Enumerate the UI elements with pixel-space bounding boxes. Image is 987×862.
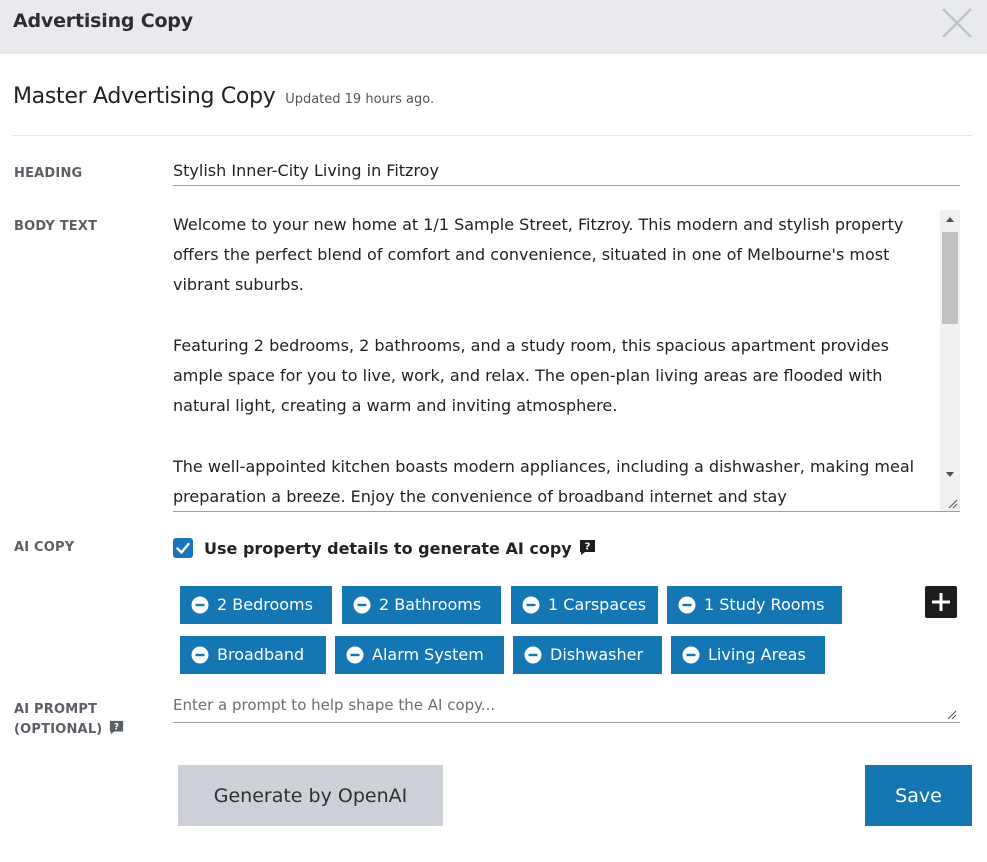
heading-label: HEADING [14,166,83,181]
ai-prompt-label-line2: (OPTIONAL) [14,722,103,737]
remove-icon[interactable] [191,596,209,614]
feature-chip-label: 1 Study Rooms [704,595,825,614]
body-paragraph: Welcome to your new home at 1/1 Sample S… [173,215,904,295]
scroll-up-icon[interactable] [940,210,960,228]
resize-grip-icon[interactable] [946,497,958,509]
ai-prompt-label: AI PROMPT (OPTIONAL) ? [14,700,124,740]
updated-timestamp: Updated 19 hours ago. [285,92,435,107]
feature-chip-label: Broadband [217,645,305,664]
remove-icon[interactable] [682,646,700,664]
ai-copy-checkbox-label[interactable]: Use property details to generate AI copy… [204,538,596,560]
feature-chip-label: 2 Bedrooms [217,595,313,614]
plus-icon [932,593,950,611]
master-copy-heading: Master Advertising Copy [13,84,276,109]
resize-grip-icon[interactable] [945,708,957,720]
feature-chip-label: 1 Carspaces [548,595,647,614]
ai-copy-checkbox-text: Use property details to generate AI copy [204,539,572,558]
body-text-content[interactable]: Welcome to your new home at 1/1 Sample S… [173,210,938,511]
body-paragraph: Featuring 2 bedrooms, 2 bathrooms, and a… [173,335,889,416]
ai-prompt-input[interactable] [173,694,960,723]
body-text-label: BODY TEXT [14,219,98,234]
heading-input[interactable] [173,157,960,186]
svg-text:?: ? [114,722,119,732]
close-icon [942,8,972,38]
remove-icon[interactable] [191,646,209,664]
body-scrollbar[interactable] [940,210,960,511]
feature-chip[interactable]: Alarm System [335,636,504,674]
feature-chip[interactable]: 1 Carspaces [511,586,658,624]
feature-chip[interactable]: 1 Study Rooms [667,586,842,624]
feature-chip-label: Alarm System [372,645,484,664]
scrollbar-thumb[interactable] [942,232,958,324]
help-icon[interactable]: ? [109,720,124,735]
ai-copy-label: AI COPY [14,540,75,555]
scroll-down-icon[interactable] [940,466,960,484]
body-paragraph: The well-appointed kitchen boasts modern… [173,456,915,506]
feature-chip[interactable]: Dishwasher [513,636,662,674]
section-divider [13,135,972,136]
feature-chip[interactable]: 2 Bathrooms [342,586,501,624]
dialog-title: Advertising Copy [13,10,193,32]
remove-icon[interactable] [346,646,364,664]
remove-icon[interactable] [353,596,371,614]
remove-icon[interactable] [678,596,696,614]
remove-icon[interactable] [522,596,540,614]
feature-chip[interactable]: 2 Bedrooms [180,586,332,624]
feature-chip-label: Dishwasher [550,645,644,664]
checkmark-icon [176,542,190,554]
feature-chip[interactable]: Living Areas [671,636,825,674]
feature-chip-label: Living Areas [708,645,806,664]
svg-text:?: ? [585,542,591,553]
ai-copy-checkbox[interactable] [173,538,193,558]
help-icon[interactable]: ? [579,539,596,556]
master-copy-title: Master Advertising Copy Updated 19 hours… [13,84,434,109]
ai-prompt-label-line1: AI PROMPT [14,702,98,717]
dialog-titlebar: Advertising Copy [0,0,987,54]
generate-openai-button[interactable]: Generate by OpenAI [178,765,443,826]
feature-chip-label: 2 Bathrooms [379,595,482,614]
save-button[interactable]: Save [865,765,972,826]
remove-icon[interactable] [524,646,542,664]
close-button[interactable] [940,6,974,40]
body-text-area[interactable]: Welcome to your new home at 1/1 Sample S… [173,210,960,512]
feature-chip[interactable]: Broadband [180,636,326,674]
add-feature-button[interactable] [925,586,957,618]
